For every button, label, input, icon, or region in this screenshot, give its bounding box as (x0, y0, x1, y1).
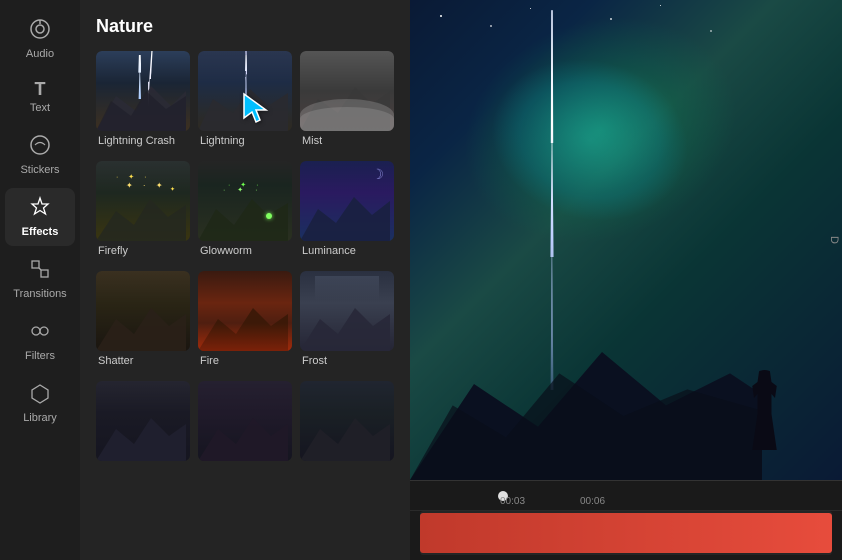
effect-thumb-glowworm: · ✦ · (198, 161, 292, 241)
library-icon (29, 382, 51, 408)
timeline: 00:03 00:06 (410, 480, 842, 560)
effect-label-lightning-crash: Lightning Crash (96, 131, 190, 153)
effect-label-bottom3 (300, 461, 394, 471)
effect-label-mist: Mist (300, 131, 394, 153)
effects-icon (29, 196, 51, 222)
effects-panel: Nature Lightning Crash Lightning (80, 0, 410, 560)
sidebar-label-transitions: Transitions (13, 288, 66, 300)
timestamp-003: 00:03 (500, 496, 525, 507)
sidebar-label-library: Library (23, 412, 57, 424)
effect-thumb-luminance: ☽ (300, 161, 394, 241)
stickers-icon (29, 134, 51, 160)
timeline-top: 00:03 00:06 (410, 481, 842, 511)
effect-item-glowworm[interactable]: · ✦ · Glowworm (198, 161, 292, 263)
audio-icon (29, 18, 51, 44)
effect-label-shatter: Shatter (96, 351, 190, 373)
preview-area: D 00:03 00:06 (410, 0, 842, 560)
effect-label-firefly: Firefly (96, 241, 190, 263)
sidebar-item-stickers[interactable]: Stickers (5, 126, 75, 184)
filters-icon (29, 320, 51, 346)
effect-item-mist[interactable]: Mist (300, 51, 394, 153)
effect-thumb-shatter (96, 271, 190, 351)
sidebar-item-transitions[interactable]: Transitions (5, 250, 75, 308)
effect-item-fire[interactable]: Fire (198, 271, 292, 373)
sidebar-label-effects: Effects (22, 226, 59, 238)
preview-video: D (410, 0, 842, 480)
sidebar-label-stickers: Stickers (20, 164, 59, 176)
effect-item-lightning[interactable]: Lightning (198, 51, 292, 153)
preview-label: D (828, 236, 840, 244)
effect-label-bottom2 (198, 461, 292, 471)
effect-thumb-fire (198, 271, 292, 351)
effect-item-shatter[interactable]: Shatter (96, 271, 190, 373)
sidebar-item-effects[interactable]: Effects (5, 188, 75, 246)
transitions-icon (29, 258, 51, 284)
sidebar-item-filters[interactable]: Filters (5, 312, 75, 370)
sidebar: Audio T Text Stickers Effects (0, 0, 80, 560)
sidebar-label-text: Text (30, 102, 50, 114)
sidebar-item-audio[interactable]: Audio (5, 10, 75, 68)
effect-thumb-bottom1 (96, 381, 190, 461)
effect-thumb-bottom2 (198, 381, 292, 461)
sidebar-item-text[interactable]: T Text (5, 72, 75, 122)
effect-label-luminance: Luminance (300, 241, 394, 263)
effect-item-luminance[interactable]: ☽ Luminance (300, 161, 394, 263)
effect-item-lightning-crash[interactable]: Lightning Crash (96, 51, 190, 153)
effects-grid: Lightning Crash Lightning Mist (96, 51, 394, 471)
effect-item-firefly[interactable]: · ✦ · ✦ Firefly (96, 161, 190, 263)
timestamp-006: 00:06 (580, 496, 605, 507)
effect-thumb-mist (300, 51, 394, 131)
effect-label-glowworm: Glowworm (198, 241, 292, 263)
effect-thumb-frost (300, 271, 394, 351)
effect-thumb-lightning (198, 51, 292, 131)
effect-label-fire: Fire (198, 351, 292, 373)
effect-label-lightning: Lightning (198, 131, 292, 153)
effect-thumb-bottom3 (300, 381, 394, 461)
text-icon: T (35, 80, 46, 98)
effect-item-bottom2[interactable] (198, 381, 292, 471)
effect-label-frost: Frost (300, 351, 394, 373)
effect-item-bottom3[interactable] (300, 381, 394, 471)
timeline-track[interactable] (420, 511, 832, 555)
timeline-clip (420, 513, 832, 553)
effect-thumb-lightning-crash (96, 51, 190, 131)
effect-item-bottom1[interactable] (96, 381, 190, 471)
sidebar-label-audio: Audio (26, 48, 54, 60)
effect-item-frost[interactable]: Frost (300, 271, 394, 373)
effect-thumb-firefly: · ✦ · ✦ (96, 161, 190, 241)
sidebar-label-filters: Filters (25, 350, 55, 362)
effects-panel-title: Nature (96, 16, 394, 37)
effect-label-bottom1 (96, 461, 190, 471)
sidebar-item-library[interactable]: Library (5, 374, 75, 432)
